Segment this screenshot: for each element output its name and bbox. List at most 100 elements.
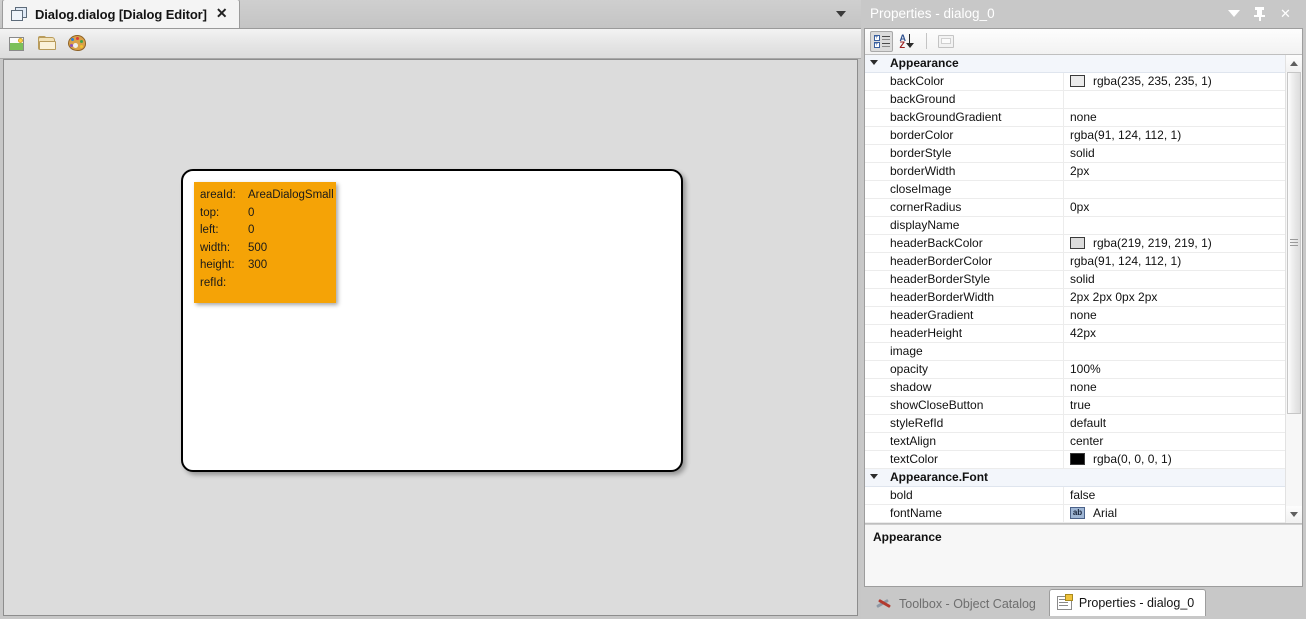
property-row[interactable]: displayName bbox=[865, 216, 1285, 235]
scrollbar-track[interactable] bbox=[1286, 71, 1302, 506]
property-value[interactable]: none bbox=[1064, 110, 1285, 124]
property-value[interactable]: 2px bbox=[1064, 164, 1285, 178]
tab-properties-dialog[interactable]: Properties - dialog_0 bbox=[1048, 589, 1207, 616]
property-name: opacity bbox=[890, 362, 929, 377]
area-key: areaId: bbox=[200, 189, 236, 201]
property-value-text: false bbox=[1070, 488, 1096, 503]
color-swatch-icon bbox=[1070, 237, 1085, 250]
property-row[interactable]: closeImage bbox=[865, 180, 1285, 199]
property-row[interactable]: borderColor rgba(91, 124, 112, 1) bbox=[865, 126, 1285, 145]
property-value[interactable]: solid bbox=[1064, 272, 1285, 286]
scroll-down-button[interactable] bbox=[1286, 505, 1302, 523]
property-value[interactable]: rgba(219, 219, 219, 1) bbox=[1064, 236, 1285, 250]
property-value[interactable]: rgba(235, 235, 235, 1) bbox=[1064, 74, 1285, 88]
property-row[interactable]: borderStyle solid bbox=[865, 144, 1285, 163]
property-value[interactable]: 100% bbox=[1064, 362, 1285, 376]
property-row[interactable]: opacity 100% bbox=[865, 360, 1285, 379]
editor-toolbar bbox=[0, 29, 861, 59]
property-row[interactable]: cornerRadius 0px bbox=[865, 198, 1285, 217]
property-row[interactable]: fontName ab Arial bbox=[865, 504, 1285, 523]
area-key: height: bbox=[200, 259, 235, 272]
editor-tab-dialog[interactable]: Dialog.dialog [Dialog Editor] ✕ bbox=[2, 0, 240, 28]
property-grid-scrollbar[interactable] bbox=[1285, 54, 1302, 523]
properties-icon bbox=[1056, 594, 1073, 610]
property-name: textAlign bbox=[890, 434, 937, 449]
property-value[interactable]: 2px 2px 0px 2px bbox=[1064, 290, 1285, 304]
editor-pane: Dialog.dialog [Dialog Editor] ✕ areaId: … bbox=[0, 0, 861, 619]
property-value[interactable]: none bbox=[1064, 308, 1285, 322]
panel-menu-button[interactable] bbox=[1227, 7, 1240, 21]
property-row[interactable]: image bbox=[865, 342, 1285, 361]
property-row[interactable]: bold false bbox=[865, 486, 1285, 505]
property-value[interactable]: rgba(0, 0, 0, 1) bbox=[1064, 452, 1285, 466]
property-value[interactable]: none bbox=[1064, 380, 1285, 394]
new-image-button[interactable] bbox=[6, 33, 28, 55]
property-value[interactable]: rgba(91, 124, 112, 1) bbox=[1064, 128, 1285, 142]
property-value[interactable]: solid bbox=[1064, 146, 1285, 160]
area-key: top: bbox=[200, 206, 220, 219]
property-value-text: rgba(91, 124, 112, 1) bbox=[1070, 128, 1182, 143]
property-name: borderStyle bbox=[890, 146, 952, 161]
property-value[interactable]: false bbox=[1064, 488, 1285, 502]
property-row[interactable]: headerBorderStyle solid bbox=[865, 270, 1285, 289]
property-name: borderColor bbox=[890, 128, 954, 143]
property-row[interactable]: backGround bbox=[865, 90, 1285, 109]
property-row[interactable]: borderWidth 2px bbox=[865, 162, 1285, 181]
category-expander[interactable] bbox=[865, 473, 883, 480]
editor-tab-close-icon[interactable]: ✕ bbox=[214, 6, 230, 22]
color-swatch-icon bbox=[1070, 75, 1085, 88]
column-divider bbox=[1063, 180, 1064, 198]
area-value: 500 bbox=[248, 241, 268, 254]
property-value[interactable]: ab Arial bbox=[1064, 506, 1285, 520]
categorized-view-button[interactable]: + + bbox=[870, 30, 893, 52]
property-row[interactable]: headerGradient none bbox=[865, 306, 1285, 325]
alphabetical-sort-button[interactable]: AZ bbox=[896, 31, 919, 52]
property-value[interactable]: default bbox=[1064, 416, 1285, 430]
chevron-down-icon bbox=[1227, 10, 1240, 18]
property-description-text: Appearance bbox=[873, 529, 942, 544]
property-row[interactable]: showCloseButton true bbox=[865, 396, 1285, 415]
property-row[interactable]: textColor rgba(0, 0, 0, 1) bbox=[865, 450, 1285, 469]
category-expander[interactable] bbox=[865, 59, 883, 66]
property-row[interactable]: shadow none bbox=[865, 378, 1285, 397]
tab-label: Toolbox - Object Catalog bbox=[899, 596, 1036, 611]
property-category-row[interactable]: Appearance bbox=[865, 54, 1285, 73]
property-row[interactable]: backColor rgba(235, 235, 235, 1) bbox=[865, 72, 1285, 91]
design-canvas[interactable]: areaId: AreaDialogSmall top: 0 left: 0 w… bbox=[3, 59, 858, 616]
property-value[interactable]: 0px bbox=[1064, 200, 1285, 214]
property-row[interactable]: textAlign center bbox=[865, 432, 1285, 451]
panel-pin-button[interactable] bbox=[1253, 7, 1266, 22]
property-pages-button[interactable] bbox=[934, 31, 957, 52]
scrollbar-thumb[interactable] bbox=[1287, 71, 1301, 414]
property-row[interactable]: headerBorderColor rgba(91, 124, 112, 1) bbox=[865, 252, 1285, 271]
property-value[interactable]: true bbox=[1064, 398, 1285, 412]
tab-overflow-button[interactable] bbox=[821, 0, 861, 28]
panel-close-button[interactable]: ✕ bbox=[1279, 7, 1292, 21]
property-name: cornerRadius bbox=[890, 200, 962, 215]
dialog-shape[interactable]: areaId: AreaDialogSmall top: 0 left: 0 w… bbox=[181, 169, 683, 472]
open-folder-button[interactable] bbox=[36, 33, 58, 55]
property-value-text: rgba(235, 235, 235, 1) bbox=[1093, 74, 1212, 89]
panel-window-controls: ✕ bbox=[1227, 7, 1297, 22]
property-row[interactable]: headerHeight 42px bbox=[865, 324, 1285, 343]
property-row[interactable]: headerBorderWidth 2px 2px 0px 2px bbox=[865, 288, 1285, 307]
properties-body: + + AZ Appearance backColor rgba(235, 23… bbox=[864, 27, 1303, 587]
property-grid-toolbar: + + AZ bbox=[865, 28, 1302, 55]
property-description-pane: Appearance bbox=[865, 523, 1302, 586]
property-row[interactable]: backGroundGradient none bbox=[865, 108, 1285, 127]
property-name: closeImage bbox=[890, 182, 952, 197]
property-grid-area: Appearance backColor rgba(235, 235, 235, 1… bbox=[865, 54, 1302, 524]
scroll-up-button[interactable] bbox=[1286, 54, 1302, 72]
property-value[interactable]: rgba(91, 124, 112, 1) bbox=[1064, 254, 1285, 268]
property-row[interactable]: styleRefId default bbox=[865, 414, 1285, 433]
property-category-row[interactable]: Appearance.Font bbox=[865, 468, 1285, 487]
property-value[interactable]: 42px bbox=[1064, 326, 1285, 340]
property-grid[interactable]: Appearance backColor rgba(235, 235, 235, 1… bbox=[865, 54, 1285, 523]
property-name: fontName bbox=[890, 506, 943, 521]
area-info-box[interactable]: areaId: AreaDialogSmall top: 0 left: 0 w… bbox=[194, 182, 336, 303]
property-row[interactable]: headerBackColor rgba(219, 219, 219, 1) bbox=[865, 234, 1285, 253]
palette-button[interactable] bbox=[66, 33, 88, 55]
tab-toolbox-object-catalog[interactable]: Toolbox - Object Catalog bbox=[869, 591, 1047, 616]
triangle-expanded-icon bbox=[870, 473, 878, 479]
property-value[interactable]: center bbox=[1064, 434, 1285, 448]
